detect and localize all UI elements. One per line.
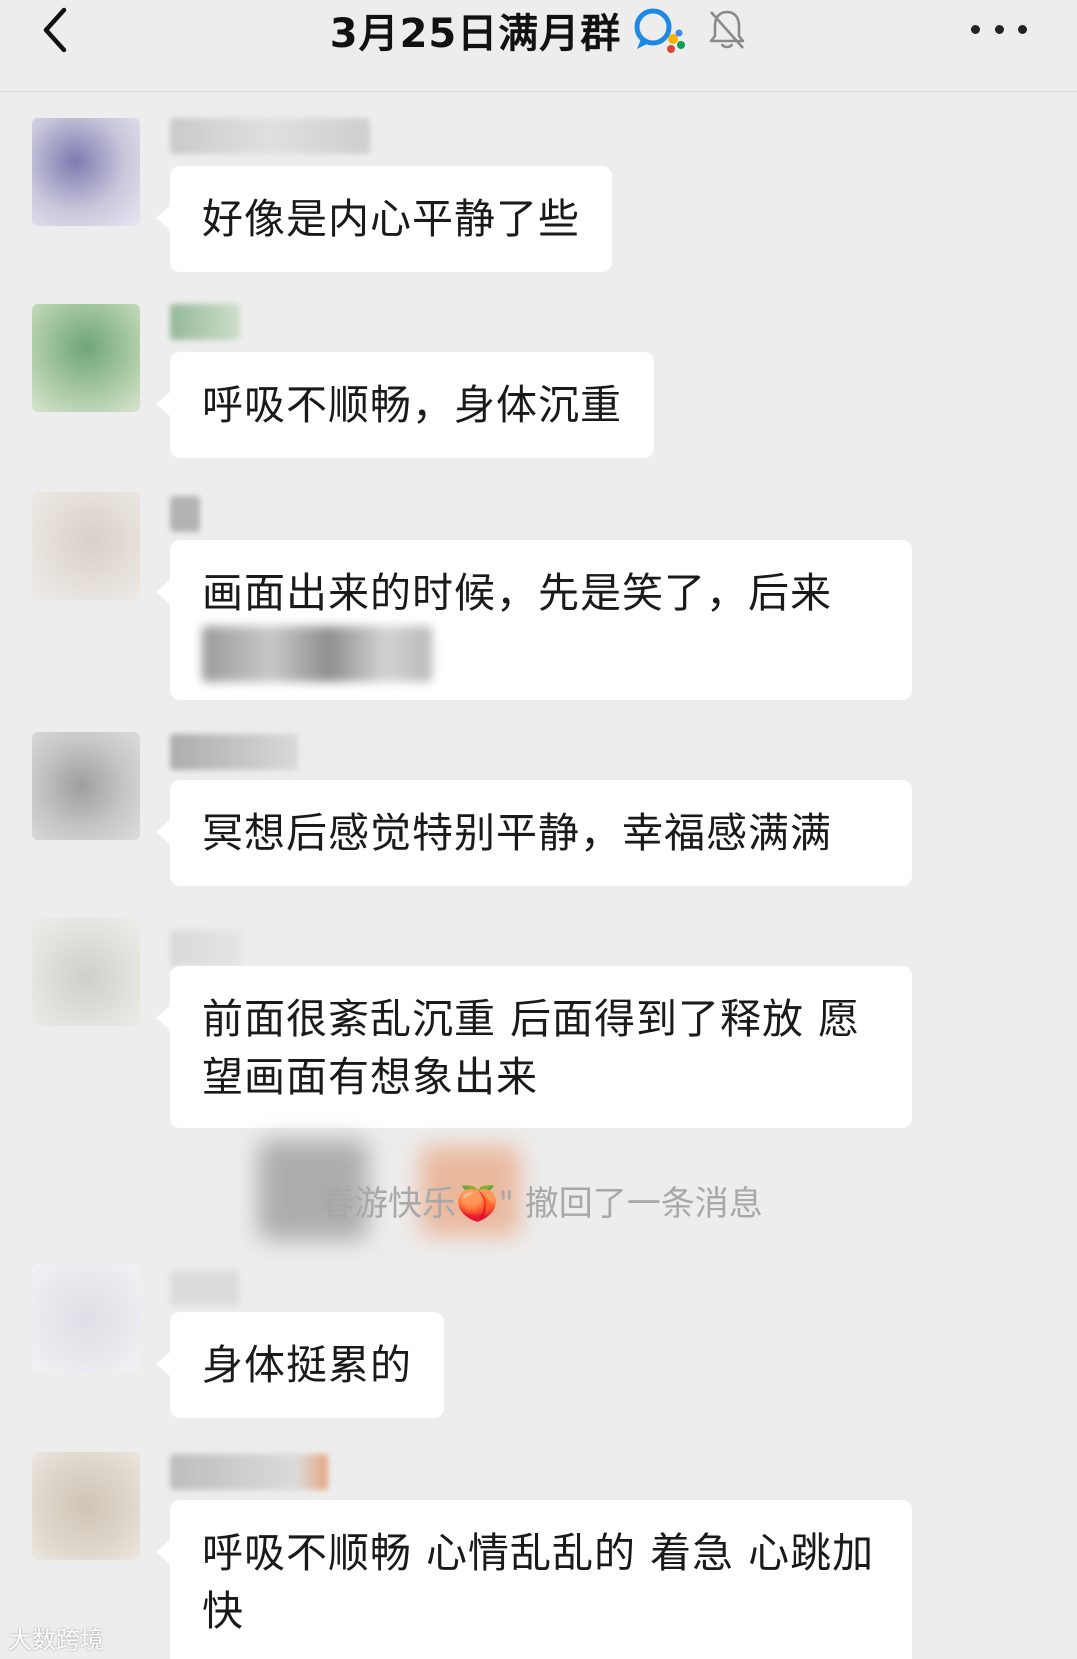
bell-muted-icon	[709, 10, 745, 49]
avatar[interactable]	[32, 1264, 140, 1372]
sender-name-blurred	[170, 1454, 328, 1490]
message-text: 冥想后感觉特别平静，幸福感满满	[202, 809, 832, 857]
message-text: 前面很紊乱沉重 后面得到了释放 愿	[202, 995, 861, 1043]
message-text: 望画面有想象出来	[202, 1053, 538, 1101]
message-text: 画面出来的时候，先是笑了，后来	[202, 569, 832, 617]
recall-message: " 撤回了一条消息	[498, 1184, 763, 1224]
title-bar: 3月25日满月群	[0, 2, 1077, 58]
message-text: 快	[202, 1587, 244, 1635]
redacted-text-block	[202, 626, 432, 682]
message-text: 好像是内心平静了些	[202, 195, 580, 243]
sender-name-blurred	[170, 496, 200, 532]
sender-name-blurred	[170, 118, 370, 154]
peach-emoji-icon: 🍑	[456, 1184, 499, 1224]
more-options-button[interactable]	[971, 14, 1027, 44]
message-bubble[interactable]: 前面很紊乱沉重 后面得到了释放 愿 望画面有想象出来	[156, 966, 912, 1128]
recall-notice-text: 春游快乐🍑" 撤回了一条消息	[320, 1176, 763, 1225]
chat-title: 3月25日满月群	[329, 11, 622, 57]
more-dot	[994, 24, 1004, 34]
avatar[interactable]	[32, 732, 140, 840]
message-text: 呼吸不顺畅 心情乱乱的 着急 心跳加	[202, 1529, 875, 1577]
message-bubble[interactable]: 呼吸不顺畅，身体沉重	[156, 352, 654, 458]
avatar[interactable]	[32, 918, 140, 1026]
message-bubble[interactable]: 呼吸不顺畅 心情乱乱的 着急 心跳加 快	[156, 1500, 912, 1659]
more-dot	[1018, 24, 1027, 34]
recall-notice: 春游快乐🍑" 撤回了一条消息	[0, 1140, 1077, 1240]
watermark: 大数跨境	[8, 1626, 104, 1654]
avatar[interactable]	[32, 118, 140, 226]
message-bubble[interactable]: 画面出来的时候，先是笑了，后来	[156, 540, 912, 700]
message-text: 呼吸不顺畅，身体沉重	[202, 381, 622, 429]
more-dots-icon	[971, 24, 980, 34]
avatar[interactable]	[32, 492, 140, 600]
group-chat-icon	[634, 8, 686, 53]
message-bubble[interactable]: 冥想后感觉特别平静，幸福感满满	[156, 780, 912, 886]
chat-screen: 3月25日满月群 好像是内心平静了些 呼吸不顺畅，身体沉重 画面出来的时候，先是…	[0, 0, 1077, 1659]
message-bubble[interactable]: 好像是内心平静了些	[156, 166, 612, 272]
sender-name-blurred	[170, 930, 242, 966]
avatar[interactable]	[32, 304, 140, 412]
sender-name-blurred	[170, 304, 240, 340]
sender-name-blurred	[170, 1270, 240, 1306]
avatar[interactable]	[32, 1452, 140, 1560]
message-text: 身体挺累的	[202, 1341, 412, 1389]
chat-header: 3月25日满月群	[0, 0, 1077, 92]
sender-name-blurred	[170, 734, 298, 770]
message-bubble[interactable]: 身体挺累的	[156, 1312, 444, 1418]
recall-sender-name: 春游快乐	[320, 1184, 456, 1224]
